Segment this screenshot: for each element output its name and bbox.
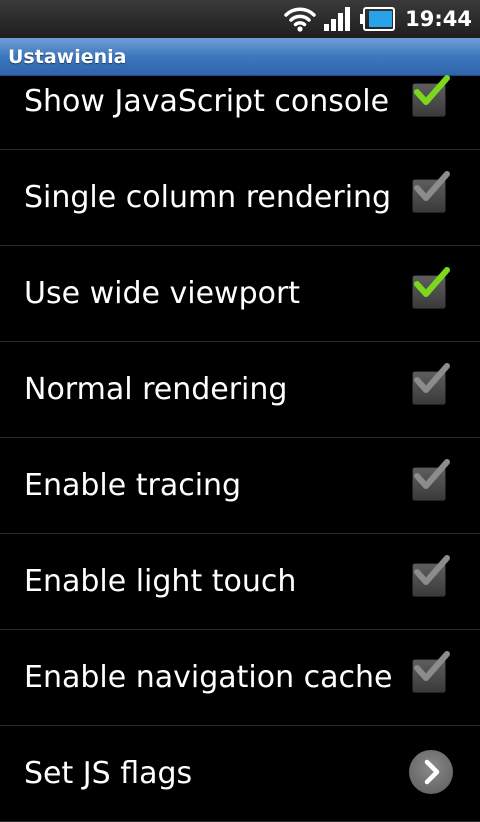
setting-label: Normal rendering	[24, 372, 288, 407]
setting-enable-light-touch[interactable]: Enable light touch	[0, 534, 480, 630]
checkmark-icon	[414, 651, 450, 681]
setting-label: Set JS flags	[24, 756, 193, 791]
checkmark-icon	[414, 75, 450, 105]
checkbox[interactable]	[412, 459, 450, 501]
setting-set-js-flags[interactable]: Set JS flags	[0, 726, 480, 822]
setting-use-wide-viewport[interactable]: Use wide viewport	[0, 246, 480, 342]
setting-label: Enable tracing	[24, 468, 242, 503]
setting-single-column-rendering[interactable]: Single column rendering	[0, 150, 480, 246]
settings-list: Show JavaScript console Single column re…	[0, 54, 480, 822]
setting-label: Enable navigation cache du	[24, 660, 392, 695]
checkmark-icon	[414, 363, 450, 393]
setting-enable-navigation-cache[interactable]: Enable navigation cache du	[0, 630, 480, 726]
checkmark-icon	[414, 171, 450, 201]
setting-show-javascript-console[interactable]: Show JavaScript console	[0, 54, 480, 150]
battery-icon	[359, 7, 396, 31]
checkbox[interactable]	[412, 267, 450, 309]
checkbox[interactable]	[412, 75, 450, 117]
checkmark-icon	[414, 459, 450, 489]
wifi-icon	[283, 5, 317, 33]
status-icons: 19:44	[283, 0, 472, 38]
setting-label: Single column rendering	[24, 180, 392, 215]
checkbox[interactable]	[412, 555, 450, 597]
setting-label: Use wide viewport	[24, 276, 301, 311]
setting-label: Enable light touch	[24, 564, 297, 599]
status-bar: 19:44	[0, 0, 480, 38]
checkmark-icon	[414, 555, 450, 585]
checkbox[interactable]	[412, 651, 450, 693]
signal-icon	[323, 6, 353, 32]
setting-label: Show JavaScript console	[24, 84, 390, 119]
checkbox[interactable]	[412, 363, 450, 405]
checkbox[interactable]	[412, 171, 450, 213]
status-clock: 19:44	[405, 7, 472, 31]
setting-normal-rendering[interactable]: Normal rendering	[0, 342, 480, 438]
chevron-right-icon[interactable]	[409, 750, 453, 794]
checkmark-icon	[414, 267, 450, 297]
setting-enable-tracing[interactable]: Enable tracing	[0, 438, 480, 534]
